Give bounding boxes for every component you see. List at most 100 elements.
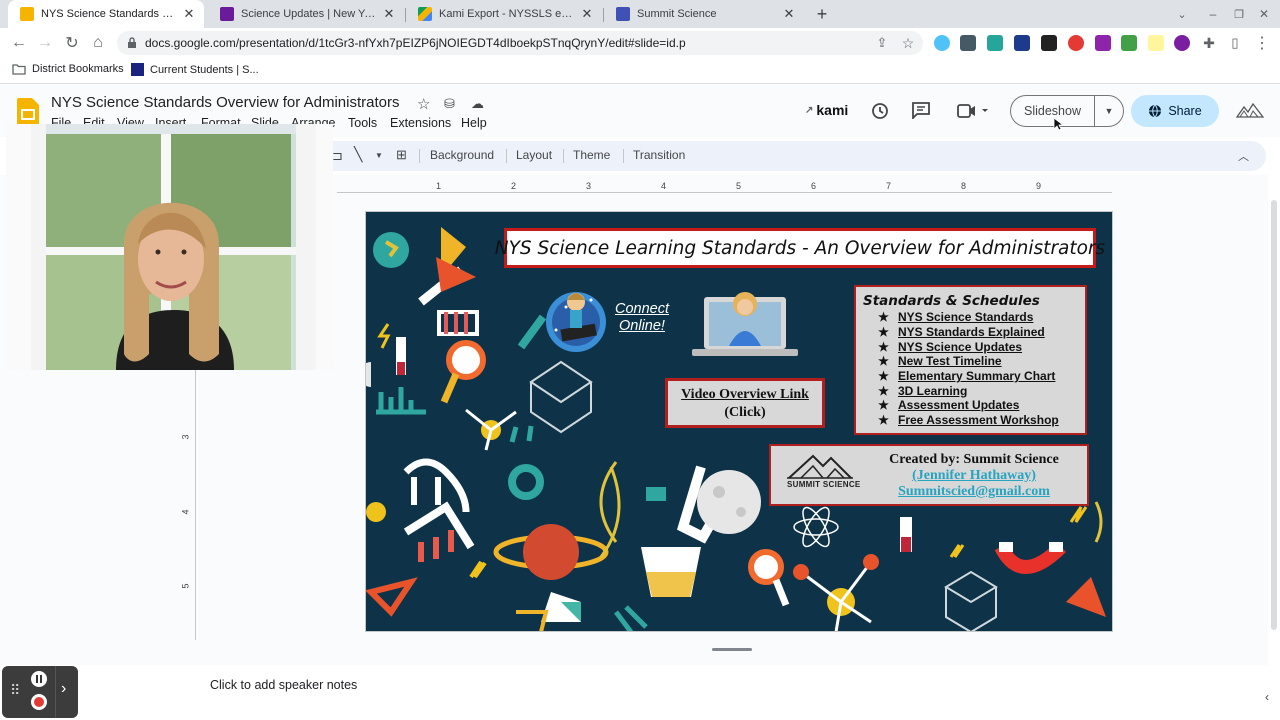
extension-icon[interactable] <box>1041 35 1057 51</box>
browser-tab-nysed[interactable]: Science Updates | New York State ✕ <box>208 0 404 28</box>
ruler-number: 4 <box>180 509 191 515</box>
new-tab-button[interactable]: + <box>811 3 833 25</box>
standards-link[interactable]: Elementary Summary Chart <box>898 369 1055 383</box>
extension-icon[interactable] <box>1174 35 1190 51</box>
browser-tab-kami[interactable]: Kami Export - NYSSLS explained ✕ <box>406 0 602 28</box>
collapse-toolbar-icon[interactable]: ︿ <box>1238 148 1249 164</box>
extension-icon[interactable] <box>1095 35 1111 51</box>
extension-icon[interactable] <box>987 35 1003 51</box>
tab-search-icon[interactable]: ⌄ <box>1171 3 1193 25</box>
back-icon[interactable]: ← <box>8 32 30 54</box>
kami-button[interactable]: ↗ kami <box>805 102 848 118</box>
comment-add-icon[interactable]: ⊞ <box>396 147 407 163</box>
vertical-scrollbar[interactable] <box>1268 198 1280 633</box>
extension-icon[interactable] <box>1121 35 1137 51</box>
toolbar-separator <box>506 149 507 163</box>
slideshow-button[interactable]: Slideshow ▼ <box>1010 95 1124 127</box>
theme-button[interactable]: Theme <box>573 148 610 162</box>
menu-help[interactable]: Help <box>461 116 487 130</box>
standards-link[interactable]: NYS Science Standards <box>898 310 1033 324</box>
line-dropdown-icon[interactable]: ▼ <box>375 151 383 160</box>
standards-link[interactable]: New Test Timeline <box>898 354 1002 368</box>
tab-title: NYS Science Standards Overview <box>41 8 178 20</box>
slides-logo-icon[interactable] <box>17 98 39 126</box>
slide-title[interactable]: NYS Science Learning Standards - An Over… <box>495 228 1105 268</box>
speaker-notes-area[interactable]: Click to add speaker notes <box>196 667 1268 707</box>
browser-tab-slides[interactable]: NYS Science Standards Overview ✕ <box>8 0 204 28</box>
standards-link[interactable]: 3D Learning <box>898 384 967 398</box>
version-history-icon[interactable] <box>871 102 889 120</box>
connect-online-link[interactable]: Connect Online! <box>611 301 673 335</box>
forward-icon[interactable]: → <box>34 32 56 54</box>
extensions-puzzle-icon[interactable]: ✚ <box>1198 32 1220 54</box>
expand-chevron-icon[interactable]: › <box>61 680 66 698</box>
close-tab-icon[interactable]: ✕ <box>580 6 594 21</box>
standards-link[interactable]: NYS Standards Explained <box>898 325 1045 339</box>
stop-recording-icon[interactable] <box>29 692 49 712</box>
standards-link[interactable]: Free Assessment Workshop <box>898 413 1059 427</box>
account-avatar[interactable] <box>1236 102 1264 120</box>
browser-menu-icon[interactable]: ⋮ <box>1251 32 1273 54</box>
side-panel-toggle-icon[interactable]: ‹ <box>1265 690 1269 704</box>
bookmarks-bar: District Bookmarks Current Students | S.… <box>0 58 1280 84</box>
close-tab-icon[interactable]: ✕ <box>382 6 396 21</box>
author-link[interactable]: (Jennifer Hathaway) <box>874 468 1074 484</box>
standards-link[interactable]: Assessment Updates <box>898 398 1019 412</box>
standards-list-item[interactable]: ★ NYS Science Standards <box>863 310 1085 325</box>
line-tool-icon[interactable]: ╲ <box>354 146 362 163</box>
shape-tool-icon[interactable]: ⊐ <box>332 148 343 164</box>
extension-icon[interactable] <box>1068 35 1084 51</box>
standards-link[interactable]: NYS Science Updates <box>898 340 1022 354</box>
bookmark-current-students[interactable]: Current Students | S... <box>131 63 259 76</box>
standards-list-item[interactable]: ★ NYS Science Updates <box>863 339 1085 354</box>
ruler-number: 9 <box>1036 181 1042 191</box>
browser-tab-summit[interactable]: Summit Science ✕ <box>604 0 804 28</box>
side-panel-icon[interactable]: ▯ <box>1224 32 1246 54</box>
window-close-icon[interactable]: ✕ <box>1253 3 1275 25</box>
slide-1[interactable]: NYS Science Learning Standards - An Over… <box>365 211 1113 632</box>
video-overview-link[interactable]: Video Overview Link <box>668 386 822 404</box>
extension-icon[interactable] <box>1014 35 1030 51</box>
video-overview-box[interactable]: Video Overview Link (Click) <box>665 378 825 428</box>
layout-button[interactable]: Layout <box>516 148 552 162</box>
extension-icon[interactable] <box>934 35 950 51</box>
extension-icon[interactable] <box>1148 35 1164 51</box>
drag-handle-icon[interactable]: ⠿ <box>10 682 20 699</box>
share-page-icon[interactable]: ⇪ <box>871 32 893 54</box>
comments-icon[interactable] <box>912 102 930 119</box>
cloud-status-icon[interactable]: ☁ <box>471 96 484 112</box>
bookmark-district[interactable]: District Bookmarks <box>12 63 124 75</box>
menu-tools[interactable]: Tools <box>348 116 377 130</box>
standards-list-item[interactable]: ★ NYS Standards Explained <box>863 325 1085 340</box>
extension-icon[interactable] <box>960 35 976 51</box>
home-icon[interactable]: ⌂ <box>87 32 109 54</box>
restore-icon[interactable]: ❐ <box>1228 3 1250 25</box>
address-bar[interactable]: docs.google.com/presentation/d/1tcGr3-nf… <box>117 31 923 55</box>
share-button[interactable]: Share <box>1131 95 1219 127</box>
close-tab-icon[interactable]: ✕ <box>782 6 796 21</box>
slideshow-dropdown-icon[interactable]: ▼ <box>1095 106 1123 116</box>
star-icon[interactable]: ☆ <box>417 95 430 113</box>
minimize-icon[interactable]: – <box>1202 3 1224 25</box>
pause-icon[interactable] <box>29 669 49 689</box>
document-title[interactable]: NYS Science Standards Overview for Admin… <box>51 94 399 111</box>
standards-list-item[interactable]: ★ Assessment Updates <box>863 398 1085 413</box>
standards-list-item[interactable]: ★ New Test Timeline <box>863 354 1085 369</box>
webcam-overlay[interactable] <box>6 124 333 370</box>
bookmark-star-icon[interactable]: ☆ <box>897 32 919 54</box>
menu-extensions[interactable]: Extensions <box>390 116 451 130</box>
standards-list-item[interactable]: ★ 3D Learning <box>863 383 1085 398</box>
email-link[interactable]: Summitscied@gmail.com <box>874 484 1074 500</box>
background-button[interactable]: Background <box>430 148 494 162</box>
ruler-number: 1 <box>436 181 442 191</box>
tab-title: Science Updates | New York State <box>241 8 378 20</box>
transition-button[interactable]: Transition <box>633 148 685 162</box>
standards-list-item[interactable]: ★ Free Assessment Workshop <box>863 413 1085 428</box>
reload-icon[interactable]: ↻ <box>61 32 83 54</box>
meet-camera-icon[interactable] <box>957 104 989 118</box>
browser-tab-strip: NYS Science Standards Overview ✕ Science… <box>0 0 1280 28</box>
notes-resize-handle[interactable] <box>712 648 752 651</box>
standards-list-item[interactable]: ★ Elementary Summary Chart <box>863 369 1085 384</box>
move-icon[interactable]: ⛁ <box>444 96 455 112</box>
close-tab-icon[interactable]: ✕ <box>182 6 196 21</box>
